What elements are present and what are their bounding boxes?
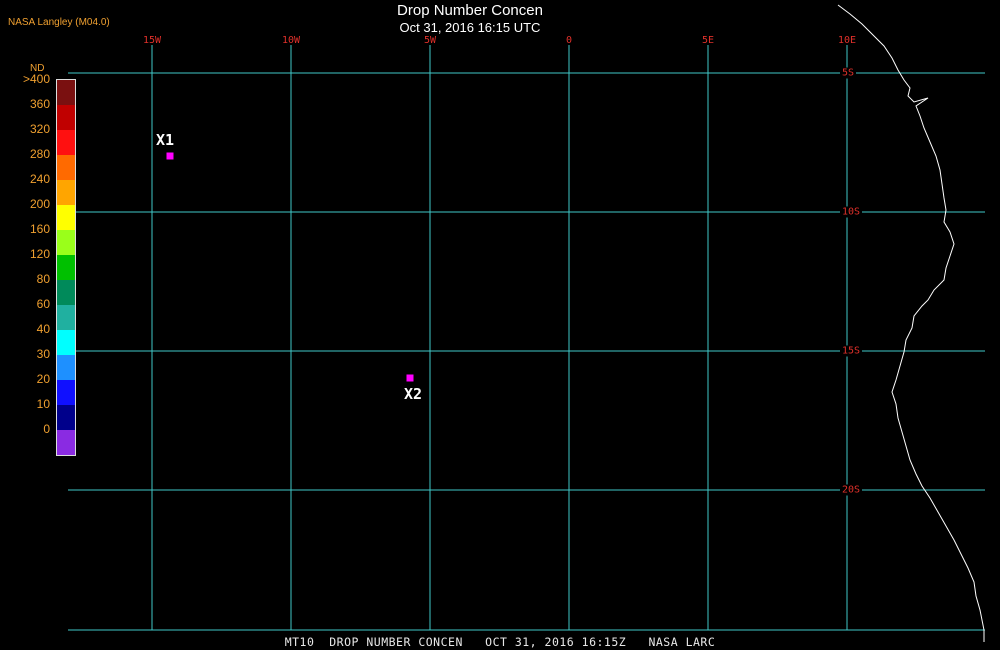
marker-x1	[166, 152, 174, 160]
legend-swatch	[57, 255, 75, 280]
legend-label: 240	[29, 172, 50, 186]
marker-label-x1: X1	[156, 131, 175, 149]
legend-label: 30	[36, 347, 50, 361]
marker-dots	[166, 152, 414, 382]
legend-label: 80	[36, 272, 50, 286]
lat-label: 20S	[840, 484, 863, 496]
footer-caption: MT10 DROP NUMBER CONCEN OCT 31, 2016 16:…	[284, 635, 716, 649]
lon-label: 0	[565, 35, 573, 46]
map-canvas: NASA Langley (M04.0) Drop Number Concen …	[0, 0, 1000, 650]
legend-swatch	[57, 305, 75, 330]
legend-label: 280	[29, 147, 50, 161]
lon-label: 15W	[142, 35, 162, 46]
legend-swatch	[57, 330, 75, 355]
coastline	[837, 4, 985, 642]
marker-label-x2: X2	[404, 385, 423, 403]
legend-label: 320	[29, 122, 50, 136]
lon-label: 5E	[701, 35, 715, 46]
graticule-lines	[68, 45, 985, 631]
legend-label: 40	[36, 322, 50, 336]
map-svg	[68, 4, 985, 642]
color-scale-bar	[56, 79, 76, 456]
lat-label: 15S	[840, 345, 863, 357]
legend-swatch	[57, 280, 75, 305]
legend-label: 360	[29, 97, 50, 111]
legend-label: 60	[36, 297, 50, 311]
marker-x2	[406, 374, 414, 382]
legend-swatch	[57, 405, 75, 430]
lon-label: 5W	[423, 35, 437, 46]
legend-swatch	[57, 230, 75, 255]
lon-label: 10E	[837, 35, 857, 46]
legend-swatch	[57, 430, 75, 455]
lat-label: 10S	[840, 206, 863, 218]
page-title: Drop Number Concen	[397, 2, 543, 19]
legend-label: 20	[36, 372, 50, 386]
legend-label: 120	[29, 247, 50, 261]
legend-swatch	[57, 380, 75, 405]
legend-label: 200	[29, 197, 50, 211]
legend-label: >400	[22, 72, 50, 86]
legend-swatch	[57, 205, 75, 230]
legend-label: 160	[29, 222, 50, 236]
legend-label: 0	[43, 422, 50, 436]
lon-label: 10W	[281, 35, 301, 46]
legend-label: 10	[36, 397, 50, 411]
legend-swatch	[57, 130, 75, 155]
legend-swatch	[57, 180, 75, 205]
legend-swatch	[57, 355, 75, 380]
legend-swatch	[57, 80, 75, 105]
timestamp-subtitle: Oct 31, 2016 16:15 UTC	[399, 20, 541, 35]
lat-label: 5S	[840, 67, 857, 79]
legend-swatch	[57, 155, 75, 180]
legend-swatch	[57, 105, 75, 130]
